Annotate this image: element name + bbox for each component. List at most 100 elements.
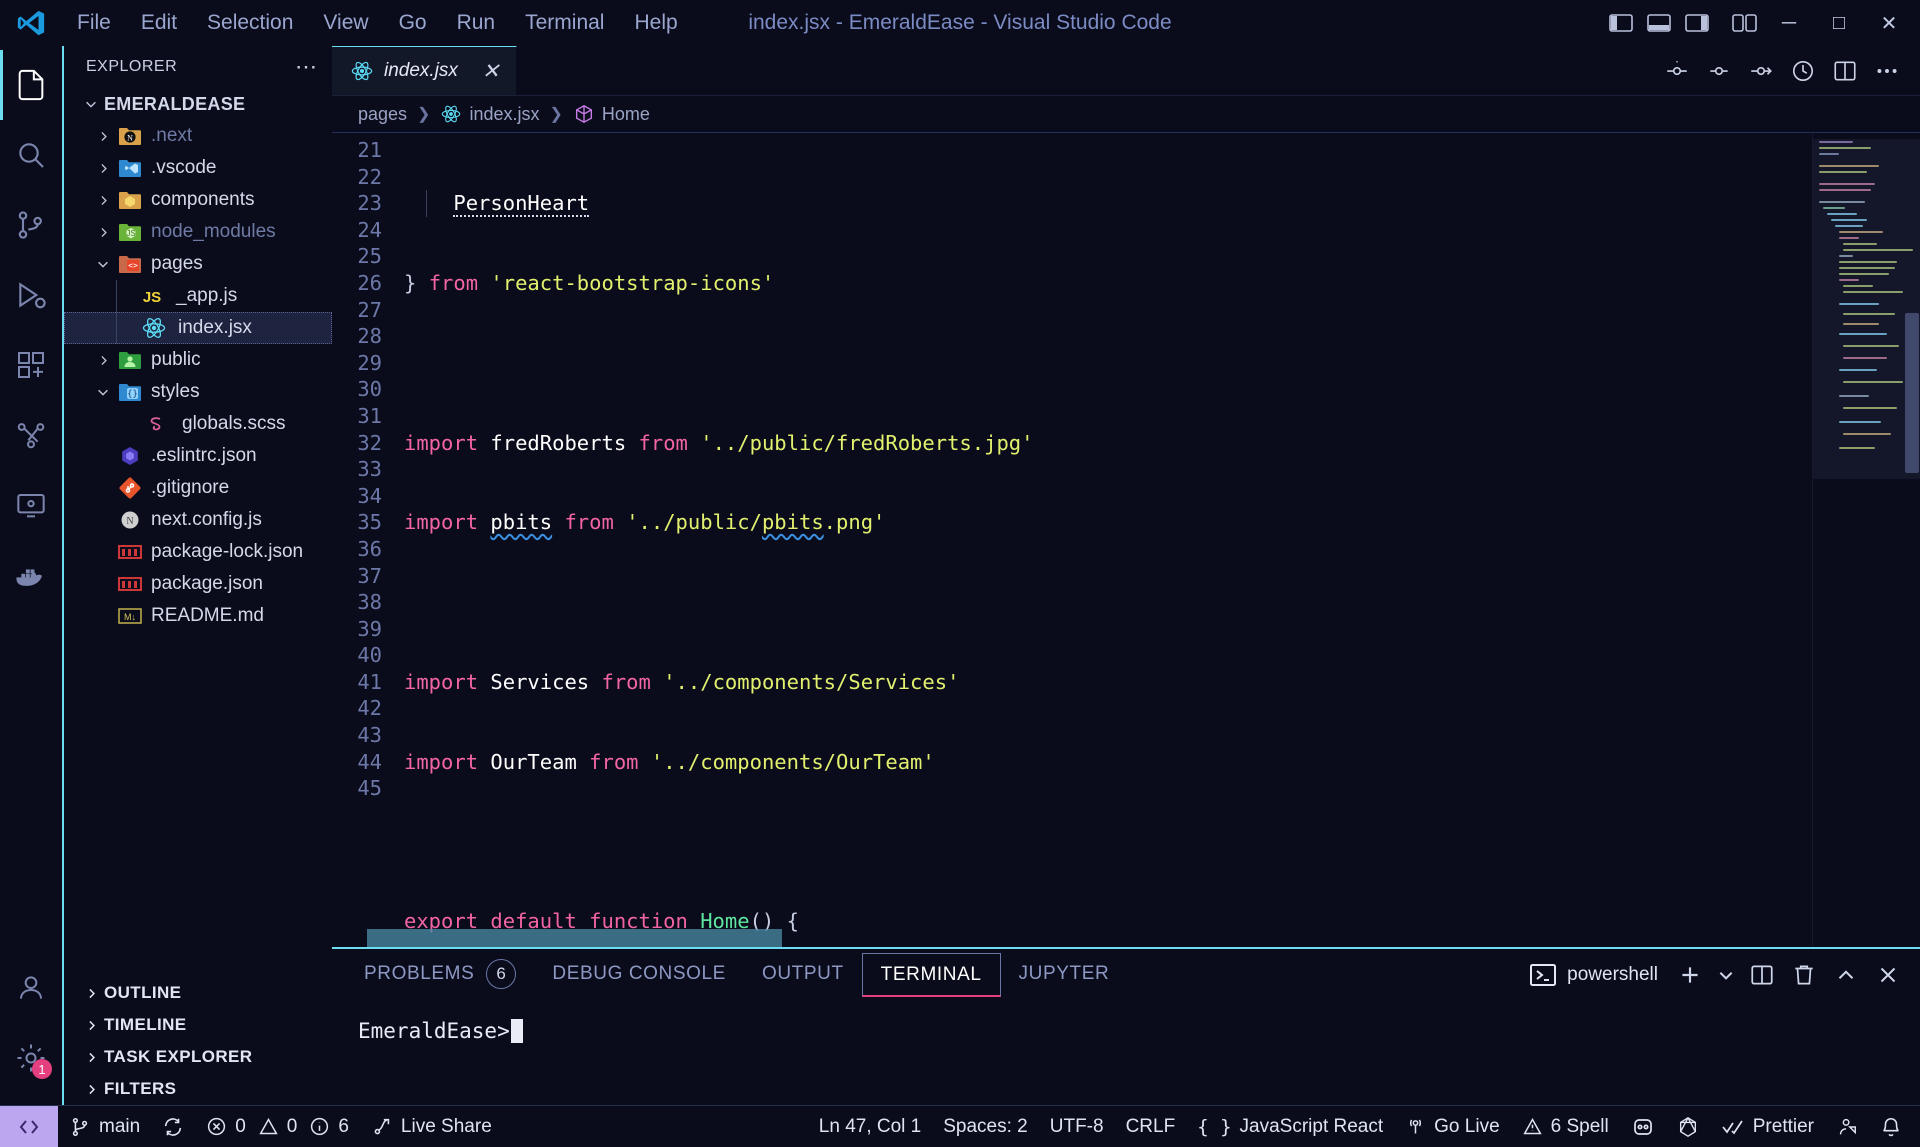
minimize-button[interactable]: ─ [1766, 1, 1812, 45]
activity-remote-explorer[interactable] [0, 400, 62, 470]
sidebar-section-task-explorer[interactable]: TASK EXPLORER [64, 1041, 332, 1073]
tree-item-package-lock-json[interactable]: package-lock.json [64, 536, 332, 568]
status-notifications[interactable] [1869, 1106, 1920, 1147]
activity-live-preview[interactable] [0, 470, 62, 540]
status-screencast[interactable] [1825, 1106, 1869, 1147]
status-problems[interactable]: 0 0 6 [195, 1106, 360, 1147]
toggle-panel-icon[interactable] [1642, 6, 1676, 40]
explorer-more-actions-icon[interactable]: ⋯ [295, 56, 318, 78]
tree-item-public-folder[interactable]: public [64, 344, 332, 376]
status-sync[interactable] [151, 1106, 195, 1147]
activity-source-control[interactable] [0, 190, 62, 260]
kill-terminal-icon[interactable] [1786, 957, 1822, 993]
split-editor-icon[interactable] [1826, 52, 1864, 90]
line-number: 33 [357, 457, 382, 482]
new-terminal-icon[interactable] [1672, 957, 1708, 993]
tree-item-label: index.jsx [178, 317, 252, 338]
tree-item-package-json[interactable]: package.json [64, 568, 332, 600]
sidebar-section-outline[interactable]: OUTLINE [64, 977, 332, 1009]
tree-item-index-jsx[interactable]: index.jsx [64, 312, 332, 344]
status-encoding[interactable]: UTF-8 [1039, 1106, 1115, 1147]
status-live-share[interactable]: Live Share [360, 1106, 503, 1147]
sidebar-title: EXPLORER [86, 58, 178, 75]
run-code-icon[interactable] [1742, 52, 1780, 90]
encoding-label: UTF-8 [1049, 1115, 1104, 1137]
open-preview-icon[interactable] [1784, 52, 1822, 90]
maximize-panel-icon[interactable] [1828, 957, 1864, 993]
status-indentation[interactable]: Spaces: 2 [932, 1106, 1039, 1147]
breadcrumb-home-symbol[interactable]: Home [573, 103, 650, 125]
maximize-button[interactable]: □ [1816, 1, 1862, 45]
code-lines[interactable]: PersonHeart } from 'react-bootstrap-icon… [404, 133, 1812, 947]
tree-item-vscode-folder[interactable]: .vscode [64, 152, 332, 184]
status-go-live[interactable]: Go Live [1394, 1106, 1510, 1147]
activity-search[interactable] [0, 120, 62, 190]
menu-terminal[interactable]: Terminal [510, 6, 619, 40]
split-terminal-icon[interactable] [1744, 957, 1780, 993]
status-language-mode[interactable]: { } JavaScript React [1186, 1106, 1394, 1147]
status-spell-checker[interactable]: 6 Spell [1511, 1106, 1620, 1147]
status-prettier[interactable]: Prettier [1710, 1106, 1825, 1147]
close-button[interactable]: ✕ [1866, 1, 1912, 45]
tab-index-jsx[interactable]: index.jsx ✕ [332, 46, 517, 95]
tree-item-components-folder[interactable]: components [64, 184, 332, 216]
status-gitlens[interactable] [1620, 1106, 1666, 1147]
toggle-secondary-sidebar-icon[interactable] [1680, 6, 1714, 40]
tree-root-emeraldease[interactable]: EMERALDEASE [64, 88, 332, 120]
vertical-scrollbar-thumb[interactable] [1905, 313, 1919, 473]
toggle-primary-sidebar-icon[interactable] [1604, 6, 1638, 40]
close-panel-icon[interactable] [1870, 957, 1906, 993]
breadcrumb-index-jsx[interactable]: index.jsx [440, 104, 539, 125]
activity-accounts[interactable] [0, 953, 62, 1023]
customize-layout-icon[interactable] [1728, 6, 1762, 40]
panel-tab-terminal[interactable]: TERMINAL [861, 953, 1001, 997]
tree-item-app-js[interactable]: JS _app.js [64, 280, 332, 312]
tree-item-node-modules-folder[interactable]: JS node_modules [64, 216, 332, 248]
close-icon[interactable]: ✕ [482, 59, 500, 84]
tree-item-styles-folder[interactable]: {} styles [64, 376, 332, 408]
tree-item-eslintrc-json[interactable]: .eslintrc.json [64, 440, 332, 472]
tree-item-next-folder[interactable]: N .next [64, 120, 332, 152]
status-branch[interactable]: main [58, 1106, 151, 1147]
activity-docker[interactable] [0, 540, 62, 610]
sidebar-section-filters[interactable]: FILTERS [64, 1073, 332, 1105]
panel-tab-jupyter[interactable]: JUPYTER [1001, 955, 1128, 995]
status-cursor-position[interactable]: Ln 47, Col 1 [808, 1106, 932, 1147]
activity-explorer[interactable] [0, 50, 62, 120]
menu-go[interactable]: Go [384, 6, 442, 40]
remote-indicator[interactable] [0, 1105, 58, 1147]
status-graphql[interactable] [1666, 1106, 1710, 1147]
run-and-debug-icon[interactable] [1658, 52, 1696, 90]
panel-tab-debug-console[interactable]: DEBUG CONSOLE [534, 955, 744, 995]
terminal-dropdown-icon[interactable] [1714, 957, 1738, 993]
menu-file[interactable]: File [62, 6, 126, 40]
menu-selection[interactable]: Selection [192, 6, 308, 40]
panel-tab-output[interactable]: OUTPUT [744, 955, 862, 995]
breadcrumb-separator-icon: ❯ [417, 106, 431, 123]
run-python-file-icon[interactable] [1700, 52, 1738, 90]
panel-tab-problems[interactable]: PROBLEMS 6 [346, 955, 534, 995]
title-bar: File Edit Selection View Go Run Terminal… [0, 0, 1920, 46]
terminal-output[interactable]: EmeraldEase> [332, 1001, 1920, 1105]
minimap[interactable] [1812, 133, 1920, 947]
horizontal-scrollbar[interactable] [367, 929, 782, 947]
menu-help[interactable]: Help [619, 6, 692, 40]
terminal-shell-selector[interactable]: powershell [1529, 962, 1658, 988]
tree-item-gitignore[interactable]: .gitignore [64, 472, 332, 504]
activity-extensions[interactable] [0, 330, 62, 400]
sidebar-section-timeline[interactable]: TIMELINE [64, 1009, 332, 1041]
code-editor[interactable]: 21 22 23 24 25 26 27 28 29 30 31 32 33 3… [332, 132, 1920, 947]
activity-run-and-debug[interactable] [0, 260, 62, 330]
tree-item-next-config-js[interactable]: N next.config.js [64, 504, 332, 536]
tree-item-pages-folder[interactable]: <> pages [64, 248, 332, 280]
status-eol[interactable]: CRLF [1115, 1106, 1187, 1147]
menu-view[interactable]: View [308, 6, 383, 40]
menu-edit[interactable]: Edit [126, 6, 192, 40]
code-line-25: import pbits from '../public/pbits.png' [404, 510, 886, 535]
breadcrumb-pages[interactable]: pages [358, 104, 407, 125]
more-actions-icon[interactable] [1868, 52, 1906, 90]
tree-item-globals-scss[interactable]: globals.scss [64, 408, 332, 440]
menu-run[interactable]: Run [442, 6, 511, 40]
activity-manage-settings[interactable]: 1 [0, 1023, 62, 1093]
tree-item-readme-md[interactable]: M↓ README.md [64, 600, 332, 632]
